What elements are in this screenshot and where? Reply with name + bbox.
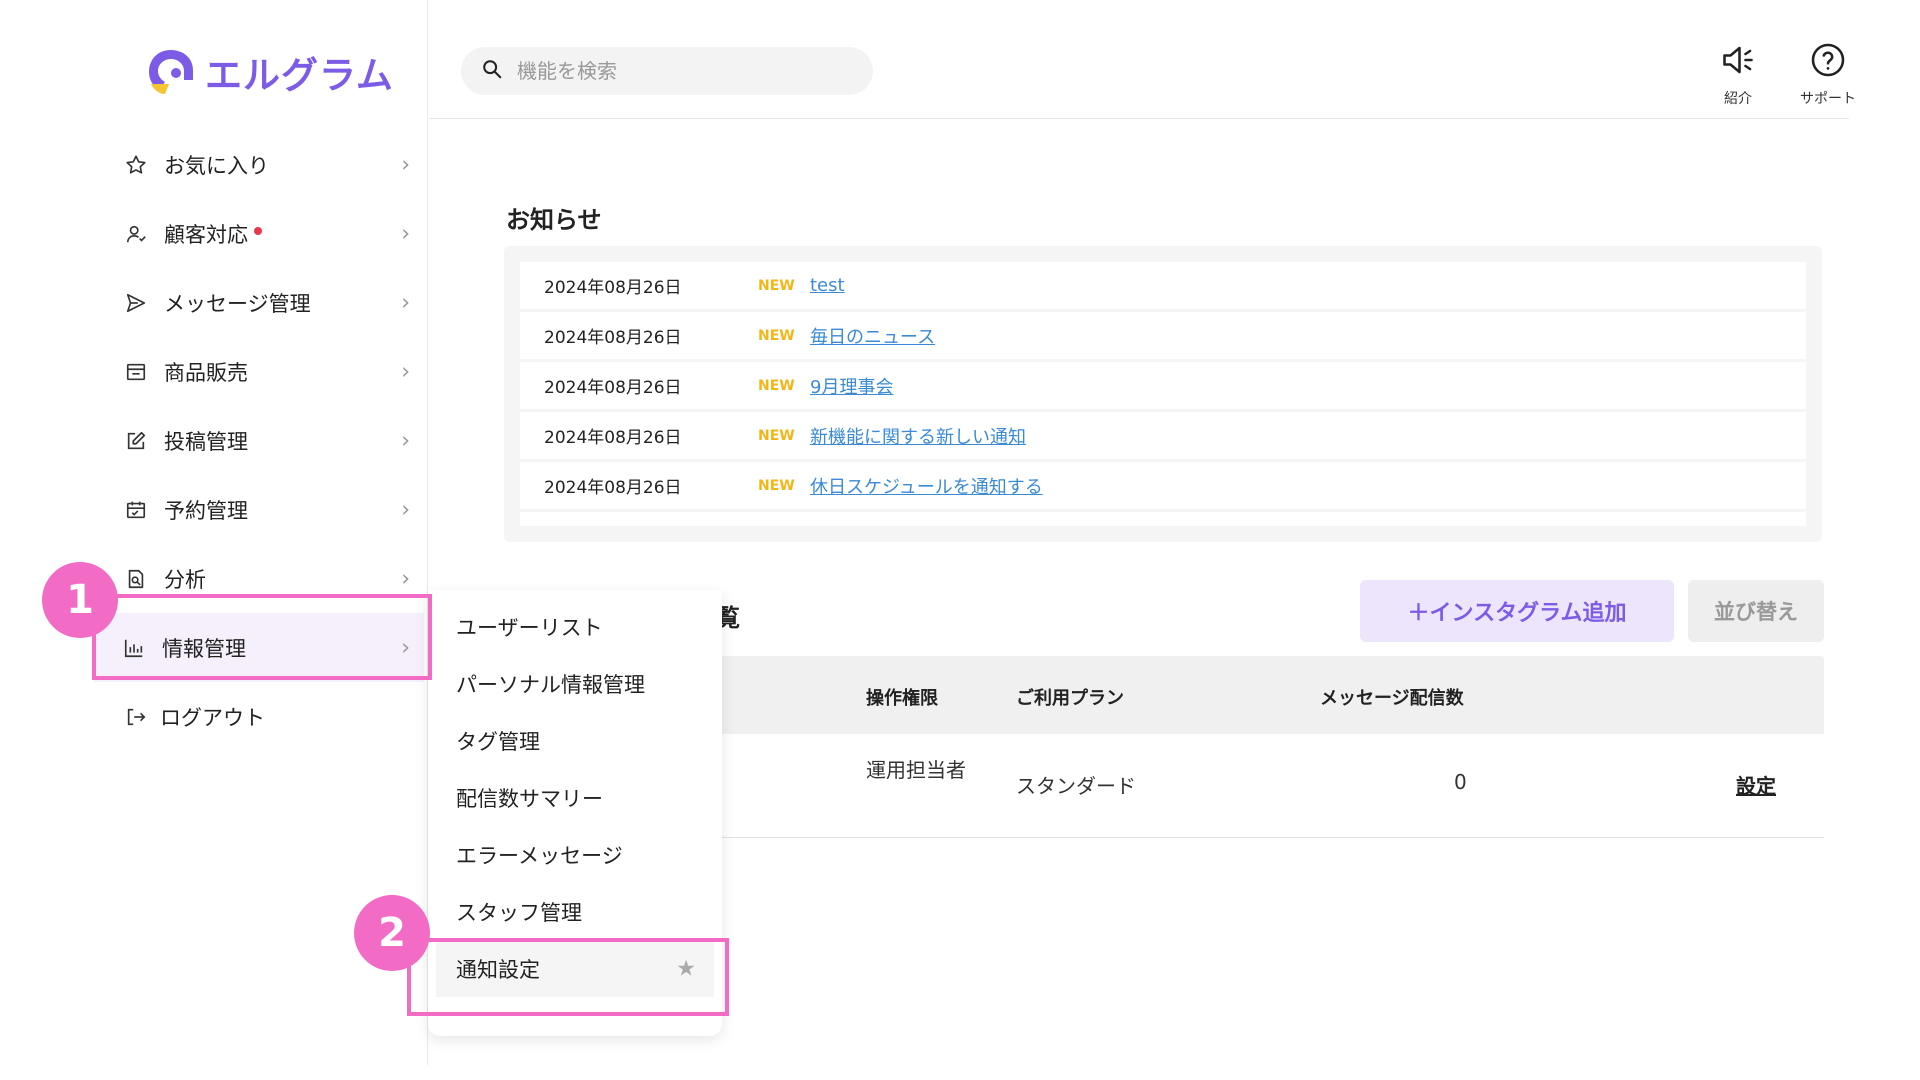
add-instagram-button[interactable]: ＋インスタグラム追加 xyxy=(1360,580,1674,642)
sidebar-item-favorites[interactable]: お気に入り › xyxy=(96,130,424,199)
store-icon xyxy=(124,360,148,384)
help-icon xyxy=(1810,42,1846,82)
chevron-right-icon: › xyxy=(401,497,410,522)
submenu-item-personal-info[interactable]: パーソナル情報管理 xyxy=(428,655,722,712)
column-header: ご利用プラン xyxy=(1016,688,1124,709)
logo-text: エルグラム xyxy=(205,54,394,97)
calendar-icon xyxy=(124,498,148,522)
support-button[interactable]: サポート xyxy=(1800,42,1856,108)
intro-button[interactable]: 紹介 xyxy=(1720,42,1756,108)
notice-date: 2024年08月26日 xyxy=(544,428,682,448)
logout-icon xyxy=(124,705,148,729)
search-input[interactable] xyxy=(517,59,837,83)
submenu-item-staff[interactable]: スタッフ管理 xyxy=(428,883,722,940)
app-logo[interactable]: エルグラム xyxy=(145,44,394,100)
notice-date: 2024年08月26日 xyxy=(544,478,682,498)
notice-date: 2024年08月26日 xyxy=(544,278,682,298)
notice-row: 2024年08月26日 NEW test xyxy=(520,262,1806,312)
sidebar-item-sales[interactable]: 商品販売 › xyxy=(96,337,424,406)
sidebar-item-label: 投稿管理 xyxy=(164,429,248,454)
sidebar: エルグラム お気に入り › 顧客対応 › メッセージ管理 › 商品販売 › 投稿… xyxy=(0,0,428,1065)
sidebar-item-label: 商品販売 xyxy=(164,360,248,385)
notices-title: お知らせ xyxy=(506,206,602,234)
new-badge: NEW xyxy=(758,377,795,394)
user-icon xyxy=(124,222,148,246)
chevron-right-icon: › xyxy=(401,290,410,315)
submenu-item-error-messages[interactable]: エラーメッセージ xyxy=(428,826,722,883)
notification-dot xyxy=(254,226,262,235)
notice-link[interactable]: 9月理事会 xyxy=(810,373,893,399)
send-icon xyxy=(124,291,148,315)
sidebar-item-label: メッセージ管理 xyxy=(164,291,311,316)
edit-icon xyxy=(124,429,148,453)
highlight-box-1 xyxy=(92,594,432,680)
support-label: サポート xyxy=(1800,91,1856,107)
notice-link[interactable]: 新機能に関する新しい通知 xyxy=(810,423,1026,449)
submenu-item-delivery-summary[interactable]: 配信数サマリー xyxy=(428,769,722,826)
submenu-item-user-list[interactable]: ユーザーリスト xyxy=(428,598,722,655)
chevron-right-icon: › xyxy=(401,566,410,591)
notice-row: 2024年08月26日 NEW 9月理事会 xyxy=(520,362,1806,412)
message-count-cell: 0 xyxy=(1454,770,1467,794)
step-badge-1: 1 xyxy=(42,562,118,638)
report-icon xyxy=(124,567,148,591)
new-badge: NEW xyxy=(758,277,795,294)
step-badge-2: 2 xyxy=(354,895,430,971)
notice-row: 2024年08月26日 NEW 休日スケジュールを通知する xyxy=(520,462,1806,512)
sidebar-item-label: 予約管理 xyxy=(164,498,248,523)
chevron-right-icon: › xyxy=(401,221,410,246)
sidebar-item-customer[interactable]: 顧客対応 › xyxy=(96,199,424,268)
new-badge: NEW xyxy=(758,477,795,494)
chevron-right-icon: › xyxy=(401,359,410,384)
sidebar-item-label: 顧客対応 xyxy=(164,222,248,247)
chevron-right-icon: › xyxy=(401,152,410,177)
highlight-box-2 xyxy=(407,938,729,1016)
notice-date: 2024年08月26日 xyxy=(544,378,682,398)
sidebar-item-messages[interactable]: メッセージ管理 › xyxy=(96,268,424,337)
notices-panel: 2024年08月26日 NEW test 2024年08月26日 NEW 毎日の… xyxy=(504,246,1822,542)
search-bar[interactable] xyxy=(461,47,873,95)
sort-button[interactable]: 並び替え xyxy=(1688,580,1824,642)
column-header: 操作権限 xyxy=(866,688,938,709)
settings-link[interactable]: 設定 xyxy=(1736,770,1776,799)
intro-label: 紹介 xyxy=(1724,91,1752,107)
logo-mark-icon xyxy=(145,46,197,98)
chevron-right-icon: › xyxy=(401,428,410,453)
sidebar-item-label: 分析 xyxy=(164,567,206,592)
sidebar-item-reservations[interactable]: 予約管理 › xyxy=(96,475,424,544)
column-header: メッセージ配信数 xyxy=(1320,688,1464,709)
notice-link[interactable]: test xyxy=(810,275,845,296)
star-icon xyxy=(124,153,148,177)
submenu-item-tags[interactable]: タグ管理 xyxy=(428,712,722,769)
permission-cell: 運用担当者 xyxy=(866,758,966,782)
new-badge: NEW xyxy=(758,427,795,444)
megaphone-icon xyxy=(1720,42,1756,82)
notice-date: 2024年08月26日 xyxy=(544,328,682,348)
notices-list: 2024年08月26日 NEW test 2024年08月26日 NEW 毎日の… xyxy=(520,262,1806,526)
notice-link[interactable]: 休日スケジュールを通知する xyxy=(810,473,1043,499)
sidebar-item-logout[interactable]: ログアウト xyxy=(96,682,424,751)
notice-row: 2024年08月26日 NEW 毎日のニュース xyxy=(520,312,1806,362)
new-badge: NEW xyxy=(758,327,795,344)
plan-cell: スタンダード xyxy=(1016,774,1136,798)
sidebar-item-label: お気に入り xyxy=(164,153,269,178)
sidebar-item-label: ログアウト xyxy=(160,705,265,730)
sidebar-item-posts[interactable]: 投稿管理 › xyxy=(96,406,424,475)
notice-link[interactable]: 毎日のニュース xyxy=(810,323,935,349)
notice-row: 2024年08月26日 NEW 新機能に関する新しい通知 xyxy=(520,412,1806,462)
header-divider xyxy=(429,118,1849,119)
search-icon xyxy=(481,58,503,84)
